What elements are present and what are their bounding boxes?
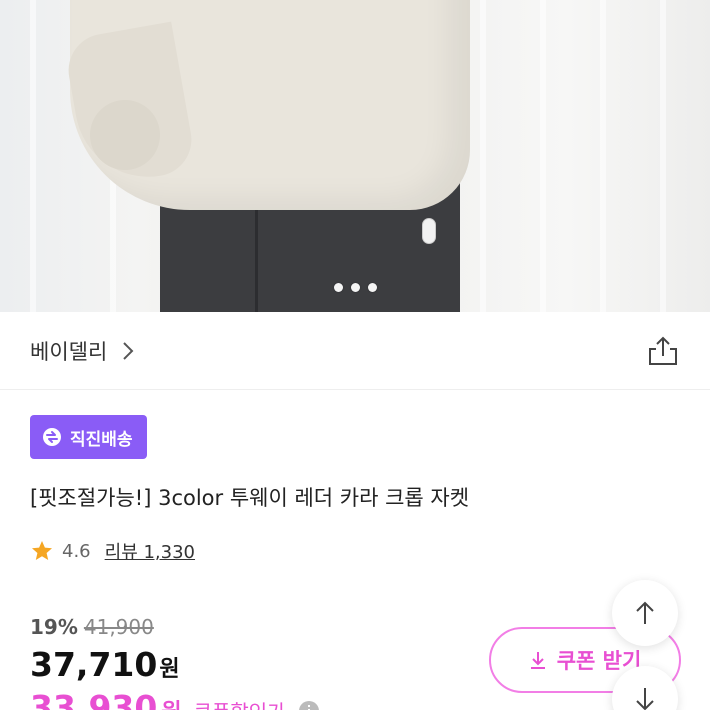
info-icon[interactable]: [298, 700, 320, 710]
delivery-icon: [43, 428, 61, 446]
drawstring-toggle: [422, 218, 436, 244]
discount-row: 19% 41,900: [30, 615, 154, 639]
carousel-dot[interactable]: [367, 283, 377, 292]
download-icon: [530, 652, 545, 669]
product-title: [핏조절가능!] 3color 투웨이 레더 카라 크롭 자켓: [30, 486, 470, 510]
brand-name[interactable]: 베이델리: [30, 336, 107, 366]
star-icon: [32, 541, 52, 560]
arrow-down-icon: [636, 688, 654, 710]
sale-price: 37,710: [30, 645, 158, 684]
coupon-currency-unit: 원: [161, 694, 181, 710]
price-row: 37,710 원: [30, 645, 180, 684]
product-image[interactable]: [0, 0, 710, 312]
rating-row: 4.6 리뷰 1,330: [30, 538, 195, 564]
share-icon[interactable]: [646, 334, 680, 368]
carousel-dot[interactable]: [350, 283, 360, 292]
coupon-price: 33,930: [30, 688, 158, 710]
arrow-up-icon: [636, 601, 654, 624]
original-price: 41,900: [83, 615, 154, 639]
chevron-right-icon[interactable]: [117, 340, 139, 362]
carousel-dot[interactable]: [333, 283, 343, 292]
brand-row: 베이델리: [0, 312, 710, 390]
coupon-price-row: 33,930 원 쿠폰할인가: [30, 688, 320, 710]
review-link[interactable]: 리뷰 1,330: [105, 538, 195, 564]
coupon-price-label: 쿠폰할인가: [194, 696, 286, 710]
direct-delivery-badge: 직진배송: [30, 415, 147, 459]
carousel-indicator: [0, 283, 710, 292]
rating-value: 4.6: [62, 540, 91, 562]
scroll-top-button[interactable]: [612, 580, 678, 646]
badge-label: 직진배송: [70, 429, 133, 450]
discount-percent: 19%: [30, 615, 78, 639]
currency-unit: 원: [159, 657, 180, 682]
